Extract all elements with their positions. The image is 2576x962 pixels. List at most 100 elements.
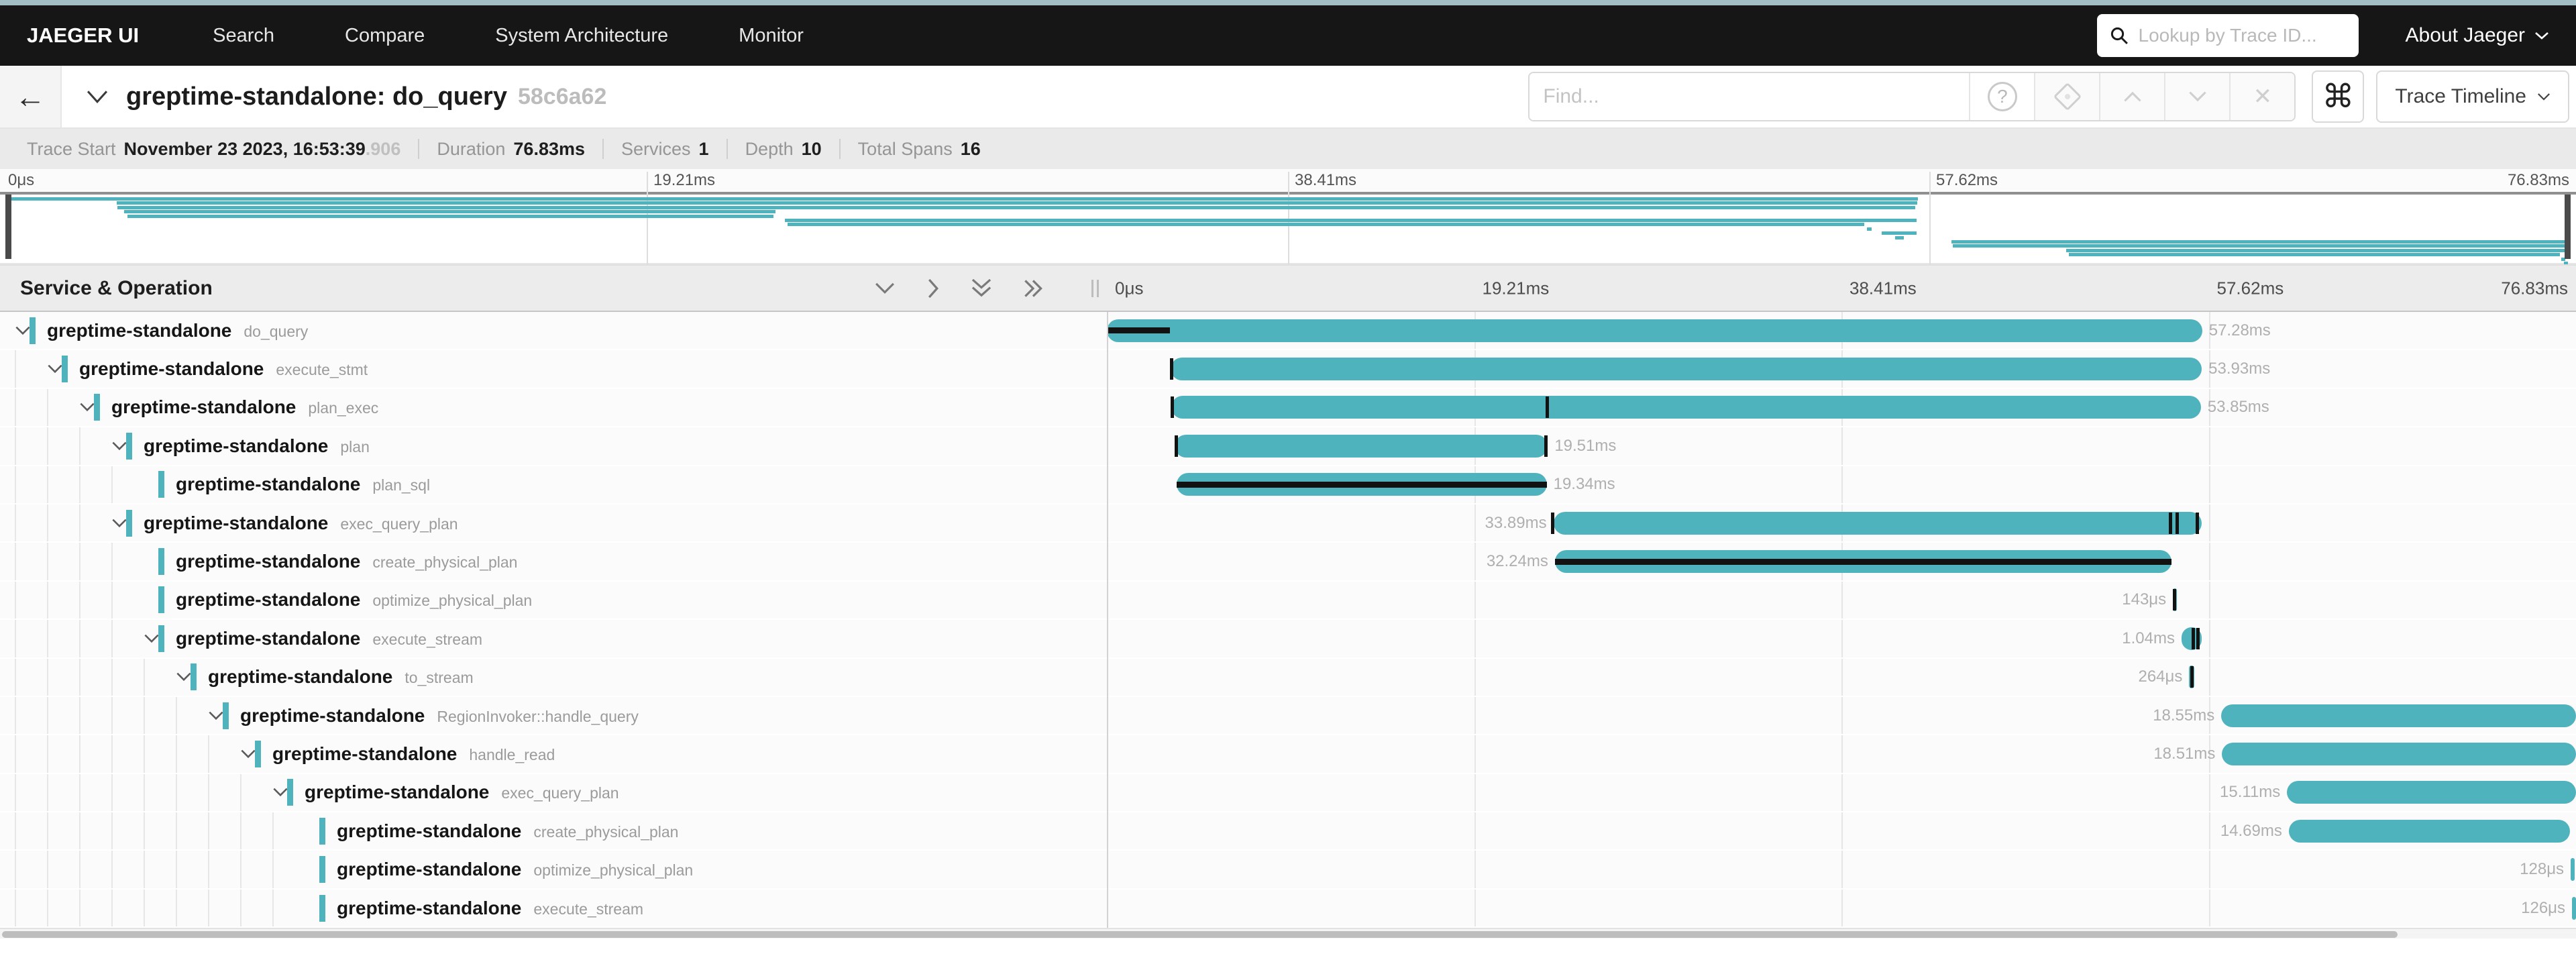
span-service-name[interactable]: greptime-standaloneexec_query_plan: [144, 513, 458, 534]
horizontal-scrollbar[interactable]: [0, 928, 2576, 939]
back-button[interactable]: ←: [0, 66, 62, 127]
span-name-cell: greptime-standaloneexec_query_plan: [0, 774, 1107, 811]
span-bar[interactable]: [1555, 550, 2171, 573]
minimap-gridline: [1929, 172, 1931, 267]
span-bar[interactable]: [2571, 858, 2575, 881]
trace-lookup-input[interactable]: [2139, 25, 2340, 46]
span-bar[interactable]: [1171, 358, 2202, 380]
trace-title: greptime-standalone: do_query: [126, 83, 507, 111]
span-bar[interactable]: [1554, 512, 2202, 535]
scrollbar-thumb[interactable]: [2, 931, 2398, 938]
span-bar[interactable]: [2289, 820, 2570, 843]
span-service-name[interactable]: greptime-standalonecreate_physical_plan: [337, 820, 678, 842]
minimap-canvas[interactable]: [0, 192, 2576, 264]
span-service-name[interactable]: greptime-standaloneplan_sql: [176, 474, 430, 495]
span-service-name[interactable]: greptime-standaloneto_stream: [208, 666, 474, 688]
indent-guide: [15, 504, 16, 541]
indent-guide: [240, 774, 241, 811]
column-resize-grip[interactable]: [1091, 280, 1099, 297]
span-bar[interactable]: [1175, 435, 1548, 458]
nav-item-compare[interactable]: Compare: [345, 25, 425, 47]
indent-guide: [15, 851, 16, 888]
span-collapse-chevron[interactable]: [111, 518, 127, 528]
span-color-indicator: [287, 779, 293, 806]
keyboard-shortcuts-button[interactable]: ⌘: [2312, 70, 2364, 123]
indent-guide: [111, 659, 113, 696]
expand-one-button[interactable]: [926, 278, 941, 299]
trace-collapse-toggle[interactable]: [86, 89, 109, 104]
indent-guide: [111, 466, 113, 503]
app-brand[interactable]: JAEGER UI: [27, 23, 139, 48]
indent-guide: [47, 697, 48, 734]
span-service-name[interactable]: greptime-standaloneRegionInvoker::handle…: [240, 705, 639, 727]
span-service-name[interactable]: greptime-standaloneexecute_stmt: [79, 358, 368, 380]
trace-lookup-box[interactable]: [2097, 14, 2359, 57]
indent-guide: [79, 812, 80, 849]
span-bar[interactable]: [2221, 704, 2576, 727]
find-clear-button[interactable]: ✕: [2229, 73, 2294, 120]
about-jaeger-menu[interactable]: About Jaeger: [2406, 24, 2549, 47]
viewport-handle-left[interactable]: [5, 195, 11, 259]
span-collapse-chevron[interactable]: [47, 364, 63, 374]
span-row-plan: greptime-standaloneplan19.51ms: [0, 427, 2576, 466]
nav-item-search[interactable]: Search: [213, 25, 274, 47]
span-color-indicator: [30, 317, 36, 344]
span-collapse-chevron[interactable]: [176, 672, 192, 682]
span-color-indicator: [94, 394, 100, 421]
indent-guide: [47, 774, 48, 811]
view-selector-button[interactable]: Trace Timeline: [2376, 70, 2569, 123]
span-collapse-chevron[interactable]: [15, 325, 31, 335]
span-collapse-chevron[interactable]: [79, 403, 95, 413]
span-service-name[interactable]: greptime-standaloneexec_query_plan: [305, 782, 619, 803]
find-next-button[interactable]: [2164, 73, 2229, 120]
find-input[interactable]: [1529, 73, 1969, 120]
indent-guide: [272, 812, 274, 849]
span-service-name[interactable]: greptime-standaloneoptimize_physical_pla…: [176, 589, 532, 610]
indent-guide: [47, 890, 48, 926]
collapse-all-button[interactable]: [970, 278, 993, 299]
expand-all-button[interactable]: [1022, 278, 1044, 299]
find-prev-button[interactable]: [2099, 73, 2164, 120]
span-duration-label: 32.24ms: [1487, 552, 1548, 571]
span-collapse-chevron[interactable]: [208, 710, 224, 720]
nav-item-monitor[interactable]: Monitor: [739, 25, 804, 47]
span-service-name[interactable]: greptime-standalonedo_query: [47, 320, 308, 341]
span-service-name[interactable]: greptime-standaloneexecute_stream: [337, 898, 643, 919]
span-collapse-chevron[interactable]: [240, 749, 256, 759]
collapse-one-button[interactable]: [873, 278, 896, 299]
viewport-handle-right[interactable]: [2565, 195, 2571, 259]
minimap-span-bar: [124, 210, 775, 213]
span-service-name[interactable]: greptime-standaloneplan_exec: [111, 396, 378, 418]
span-bar[interactable]: [1177, 473, 1546, 496]
minimap-span-bar: [1882, 231, 1917, 235]
span-log-marker: [1546, 396, 1549, 418]
name-column-divider[interactable]: [1107, 312, 1108, 928]
span-service-name[interactable]: greptime-standaloneoptimize_physical_pla…: [337, 859, 693, 880]
nav-item-system-architecture[interactable]: System Architecture: [495, 25, 668, 47]
span-service-name[interactable]: greptime-standaloneexecute_stream: [176, 628, 482, 649]
span-service-name[interactable]: greptime-standalonehandle_read: [272, 743, 555, 765]
span-log-marker: [2190, 666, 2194, 688]
span-row-create-physical-plan: greptime-standalonecreate_physical_plan 3…: [0, 543, 2576, 581]
span-collapse-chevron[interactable]: [272, 788, 288, 798]
focus-span-button[interactable]: [2034, 73, 2099, 120]
span-bar[interactable]: [2287, 781, 2576, 804]
span-bar[interactable]: [1171, 396, 2201, 419]
meta-value-trace-start: November 23 2023, 16:53:39: [124, 139, 366, 160]
span-collapse-chevron[interactable]: [144, 633, 160, 643]
find-help-button[interactable]: ?: [1969, 73, 2034, 120]
span-bar[interactable]: [2572, 897, 2576, 920]
span-bar[interactable]: [2222, 743, 2576, 765]
span-service-name[interactable]: greptime-standalonecreate_physical_plan: [176, 551, 517, 572]
span-duration-label: 18.55ms: [2153, 706, 2214, 725]
indent-guide: [176, 774, 177, 811]
span-self-time-stripe: [1177, 482, 1546, 488]
trace-minimap[interactable]: 0μs19.21ms38.41ms57.62ms76.83ms: [0, 169, 2576, 264]
minimap-span-bar: [1951, 240, 2571, 244]
span-log-marker: [1544, 435, 1548, 457]
minimap-span-bar: [2069, 253, 2559, 256]
span-service-name[interactable]: greptime-standaloneplan: [144, 435, 370, 457]
span-color-indicator: [319, 895, 325, 922]
span-bar[interactable]: [1107, 319, 2202, 342]
span-collapse-chevron[interactable]: [111, 441, 127, 451]
